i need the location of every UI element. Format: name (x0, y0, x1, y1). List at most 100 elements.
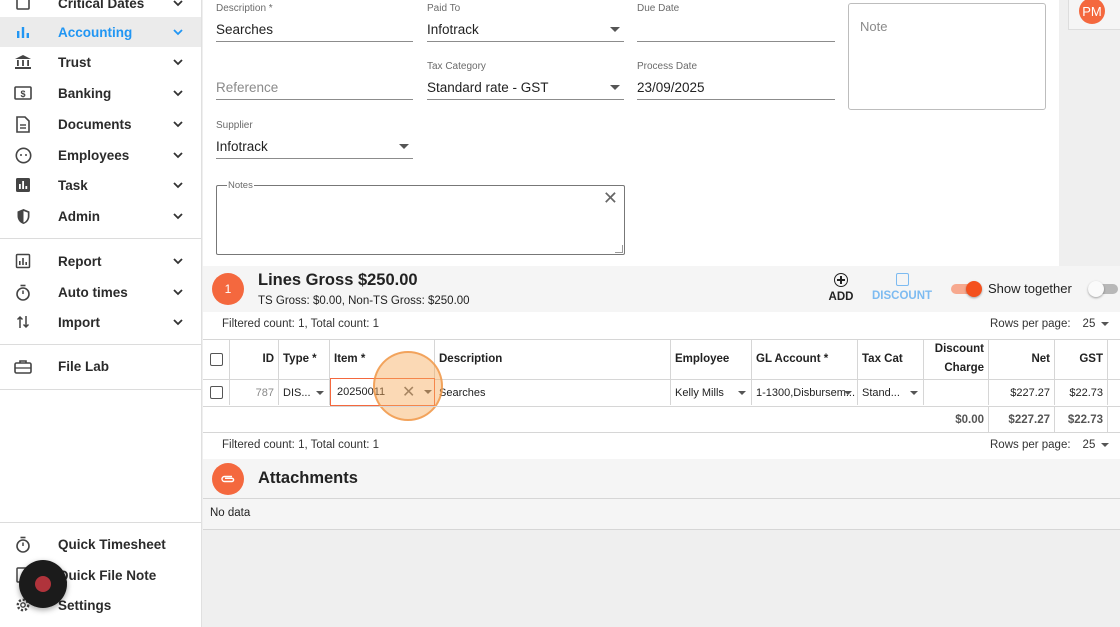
main-content: Description * Searches Paid To Infotrack… (203, 0, 1120, 627)
col-tax-cat[interactable]: Tax Cat (858, 339, 924, 379)
rows-per-page-select-bottom[interactable]: Rows per page: 25 (990, 439, 1110, 451)
sidebar-item-label: Documents (58, 116, 132, 132)
chevron-down-icon[interactable] (170, 0, 186, 11)
sidebar-item-banking[interactable]: $ Banking (0, 78, 201, 108)
col-gl-account[interactable]: GL Account * (752, 339, 858, 379)
sidebar-item-trust[interactable]: Trust (0, 47, 201, 77)
sidebar-item-label: Quick Timesheet (58, 536, 166, 552)
sidebar-item-report[interactable]: Report (0, 246, 201, 276)
dollar-note-icon: $ (14, 84, 32, 102)
chevron-down-icon[interactable] (170, 208, 186, 224)
col-type[interactable]: Type * (279, 339, 330, 379)
select-all-checkbox[interactable] (209, 352, 223, 366)
sidebar-item-admin[interactable]: Admin (0, 201, 201, 231)
chevron-down-icon[interactable] (170, 54, 186, 70)
filtered-count-bottom: Filtered count: 1, Total count: 1 (222, 439, 380, 451)
dropdown-arrow-icon (910, 391, 918, 395)
add-line-button[interactable]: ADD (823, 272, 859, 310)
dropdown-arrow-icon (610, 85, 620, 90)
cell-description[interactable]: Searches (435, 380, 671, 405)
supplier-select[interactable]: Supplier Infotrack (216, 117, 413, 161)
bar-chart-icon (14, 23, 32, 41)
cell-tax-cat[interactable]: Stand... (858, 380, 924, 405)
lines-header: 1 Lines Gross $250.00 TS Gross: $0.00, N… (203, 266, 1120, 312)
cell-gl-account[interactable]: 1-1300,Disbursem... (752, 380, 858, 405)
rows-per-page-select[interactable]: Rows per page: 25 (990, 318, 1110, 330)
dropdown-arrow-icon (399, 144, 409, 149)
cell-gst: $22.73 (1055, 380, 1108, 405)
sidebar-item-task[interactable]: Task (0, 170, 201, 200)
sidebar-item-auto-times[interactable]: Auto times (0, 277, 201, 307)
sidebar-item-label: File Lab (58, 358, 110, 374)
sidebar-item-employees[interactable]: Employees (0, 140, 201, 170)
col-id[interactable]: ID (230, 339, 279, 379)
process-date-field[interactable]: Process Date 23/09/2025 (637, 58, 835, 102)
reference-field[interactable]: Reference (216, 58, 413, 102)
chevron-down-icon[interactable] (170, 147, 186, 163)
quick-timesheet-button[interactable]: Quick Timesheet (0, 529, 201, 559)
chevron-down-icon[interactable] (170, 253, 186, 269)
cell-id: 787 (230, 380, 279, 405)
chevron-down-icon[interactable] (170, 85, 186, 101)
due-date-field[interactable]: Due Date (637, 0, 835, 44)
col-net[interactable]: Net (989, 339, 1055, 379)
bank-icon (14, 53, 32, 71)
chevron-down-icon[interactable] (170, 24, 186, 40)
total-net: $227.27 (989, 407, 1055, 433)
note-field[interactable]: Note (848, 3, 1046, 110)
notes-textarea[interactable]: Notes ✕ (216, 180, 625, 255)
paperclip-icon (212, 463, 244, 495)
dropdown-arrow-icon (316, 391, 324, 395)
cell-discount[interactable] (924, 380, 989, 405)
secondary-toggle[interactable] (1088, 281, 1118, 297)
sidebar-item-label: Quick File Note (58, 567, 157, 583)
expense-form: Description * Searches Paid To Infotrack… (203, 0, 1059, 266)
row-select-cell (203, 380, 230, 405)
chevron-down-icon[interactable] (170, 284, 186, 300)
sidebar-item-critical-dates[interactable]: Critical Dates (0, 0, 201, 18)
row-checkbox[interactable] (209, 386, 223, 399)
tax-category-select[interactable]: Tax Category Standard rate - GST (427, 58, 624, 102)
select-all-cell (203, 339, 230, 379)
checkbox-icon (14, 0, 32, 12)
paid-to-select[interactable]: Paid To Infotrack (427, 0, 624, 44)
col-employee[interactable]: Employee (671, 339, 752, 379)
chevron-down-icon[interactable] (170, 177, 186, 193)
resize-handle[interactable] (615, 245, 623, 253)
total-gst: $22.73 (1055, 407, 1108, 433)
chevron-down-icon[interactable] (170, 314, 186, 330)
dropdown-arrow-icon (1101, 321, 1110, 326)
record-button[interactable] (19, 560, 67, 608)
clear-icon[interactable]: ✕ (603, 189, 618, 207)
sidebar-item-label: Auto times (58, 284, 128, 300)
cell-employee[interactable]: Kelly Mills (671, 380, 752, 405)
cell-type[interactable]: DIS... (279, 380, 330, 405)
shield-icon (14, 207, 32, 225)
discount-button[interactable]: DISCOUNT (869, 272, 935, 310)
attachments-title: Attachments (258, 469, 358, 487)
divider (0, 389, 201, 390)
lines-table: Filtered count: 1, Total count: 1 Rows p… (203, 312, 1120, 459)
col-discount-charge[interactable]: Discount Charge (924, 339, 989, 379)
svg-text:$: $ (20, 89, 25, 99)
col-gst[interactable]: GST (1055, 339, 1108, 379)
dropdown-arrow-icon (738, 391, 746, 395)
stopwatch-icon (14, 535, 32, 553)
show-together-toggle[interactable] (951, 281, 982, 297)
show-together-label: Show together (988, 281, 1072, 296)
cell-net: $227.27 (989, 380, 1055, 405)
chevron-down-icon[interactable] (170, 116, 186, 132)
sidebar-item-file-lab[interactable]: File Lab (0, 351, 201, 381)
click-indicator (373, 351, 443, 421)
sidebar-item-label: Admin (58, 208, 100, 224)
col-description[interactable]: Description (435, 339, 671, 379)
description-field[interactable]: Description * Searches (216, 0, 413, 44)
lines-subtitle: TS Gross: $0.00, Non-TS Gross: $250.00 (258, 295, 470, 307)
sidebar-item-documents[interactable]: Documents (0, 109, 201, 139)
lines-grid: ID Type * Item * Description Employee GL… (203, 339, 1120, 433)
sidebar-item-label: Critical Dates (58, 0, 145, 11)
total-discount: $0.00 (924, 407, 989, 433)
sidebar-item-import[interactable]: Import (0, 307, 201, 337)
stopwatch-icon (14, 283, 32, 301)
sidebar-item-accounting[interactable]: Accounting (0, 17, 201, 47)
